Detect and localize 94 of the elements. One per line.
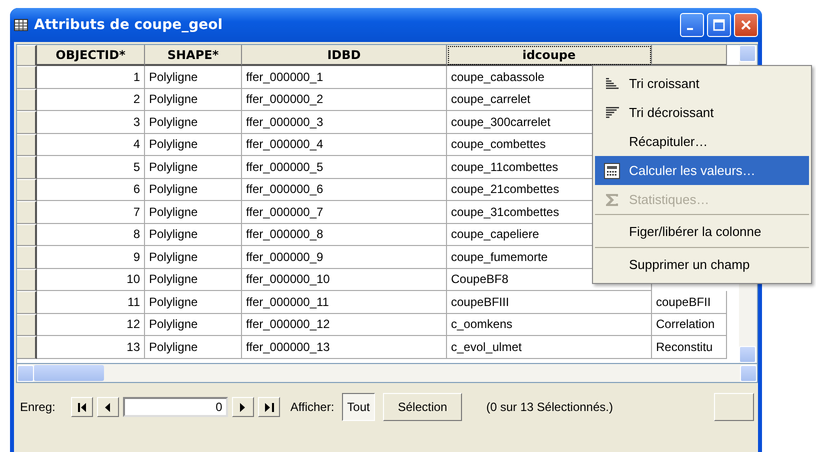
table-cell: ffer_000000_6: [242, 178, 447, 201]
sort-ascending-icon: [605, 78, 619, 90]
column-header[interactable]: OBJECTID*: [37, 45, 145, 66]
table-cell: ffer_000000_10: [242, 268, 447, 291]
record-label: Enreg:: [20, 400, 56, 414]
table-cell: Polyligne: [145, 178, 242, 201]
column-header[interactable]: SHAPE*: [145, 45, 242, 66]
row-selector[interactable]: [17, 246, 37, 268]
row-selector[interactable]: [17, 156, 37, 178]
table-cell: Polyligne: [145, 88, 242, 111]
table-cell: ffer_000000_2: [242, 88, 447, 111]
show-toggle-button[interactable]: Tout: [342, 393, 375, 421]
table-cell: Polyligne: [145, 66, 242, 88]
table-cell: Polyligne: [145, 111, 242, 134]
table-cell: 3: [37, 111, 145, 134]
sigma-icon: [605, 192, 619, 206]
last-icon: [264, 402, 274, 412]
table-cell: 6: [37, 178, 145, 201]
table-cell: ffer_000000_1: [242, 66, 447, 88]
previous-icon: [105, 402, 112, 412]
row-selector[interactable]: [17, 336, 37, 358]
table-cell: coupeBFII: [652, 291, 727, 314]
table-cell: 12: [37, 314, 145, 336]
column-header[interactable]: idcoupe: [447, 45, 652, 66]
maximize-button[interactable]: [707, 13, 731, 37]
table-cell: 11: [37, 291, 145, 314]
menu-item[interactable]: Figer/libérer la colonne: [595, 214, 809, 247]
table-cell: ffer_000000_8: [242, 224, 447, 246]
table-cell: Polyligne: [145, 134, 242, 156]
show-label: Afficher:: [290, 400, 334, 414]
table-cell: c_oomkens: [447, 314, 652, 336]
table-cell: 5: [37, 156, 145, 178]
table-cell: 2: [37, 88, 145, 111]
row-selector[interactable]: [17, 88, 37, 111]
table-cell: ffer_000000_5: [242, 156, 447, 178]
table-cell: ffer_000000_12: [242, 314, 447, 336]
row-selector[interactable]: [17, 178, 37, 201]
menu-item[interactable]: Calculer les valeurs…: [595, 156, 809, 185]
table-cell: Reconstitu: [652, 336, 727, 358]
row-selector[interactable]: [17, 314, 37, 336]
table-cell: Polyligne: [145, 291, 242, 314]
table-cell: Polyligne: [145, 314, 242, 336]
last-record-button[interactable]: [258, 397, 280, 417]
first-icon: [78, 402, 87, 412]
table-cell: 10: [37, 268, 145, 291]
row-selector[interactable]: [17, 111, 37, 134]
horizontal-scrollbar[interactable]: [16, 364, 758, 383]
menu-item[interactable]: Supprimer un champ: [595, 247, 809, 280]
show-toggle-button[interactable]: Sélection: [382, 393, 462, 421]
table-cell: Polyligne: [145, 336, 242, 358]
table-cell: Polyligne: [145, 224, 242, 246]
table-cell: c_evol_ulmet: [447, 336, 652, 358]
table-cell: ffer_000000_7: [242, 201, 447, 224]
minimize-icon: [687, 28, 693, 30]
calculator-icon: [604, 162, 620, 178]
row-selector[interactable]: [17, 201, 37, 224]
table-cell: Polyligne: [145, 156, 242, 178]
sort-descending-icon: [605, 106, 619, 118]
table-cell: ffer_000000_13: [242, 336, 447, 358]
table-cell: Polyligne: [145, 201, 242, 224]
next-record-button[interactable]: [232, 397, 254, 417]
close-icon: [740, 19, 752, 31]
table-cell: Polyligne: [145, 268, 242, 291]
table-cell: 4: [37, 134, 145, 156]
record-field[interactable]: 0: [123, 397, 228, 417]
table-cell: Polyligne: [145, 246, 242, 268]
first-record-button[interactable]: [71, 397, 94, 417]
minimize-button[interactable]: [680, 13, 704, 37]
table-cell: ffer_000000_4: [242, 134, 447, 156]
table-cell: 1: [37, 66, 145, 88]
maximize-icon: [713, 19, 725, 31]
row-selector[interactable]: [17, 224, 37, 246]
column-header[interactable]: IDBD: [242, 45, 447, 66]
table-cell: ffer_000000_3: [242, 111, 447, 134]
table-cell: ffer_000000_11: [242, 291, 447, 314]
row-selector[interactable]: [17, 291, 37, 314]
selection-status: (0 sur 13 Sélectionnés.): [486, 400, 614, 414]
window-title: Attributs de coupe_geol: [34, 17, 224, 33]
table-cell: 13: [37, 336, 145, 358]
options-button[interactable]: [714, 393, 754, 421]
table-cell: coupeBFIII: [447, 291, 652, 314]
table-icon: [14, 19, 28, 31]
row-selector[interactable]: [17, 268, 37, 291]
table-cell: 9: [37, 246, 145, 268]
next-icon: [240, 402, 246, 412]
column-header[interactable]: [652, 45, 727, 66]
row-selector[interactable]: [17, 134, 37, 156]
close-button[interactable]: [734, 13, 758, 37]
table-cell: 8: [37, 224, 145, 246]
table-cell: 7: [37, 201, 145, 224]
row-selector[interactable]: [17, 66, 37, 88]
table-cell: ffer_000000_9: [242, 246, 447, 268]
previous-record-button[interactable]: [97, 397, 120, 417]
table-cell: Correlation: [652, 314, 727, 336]
